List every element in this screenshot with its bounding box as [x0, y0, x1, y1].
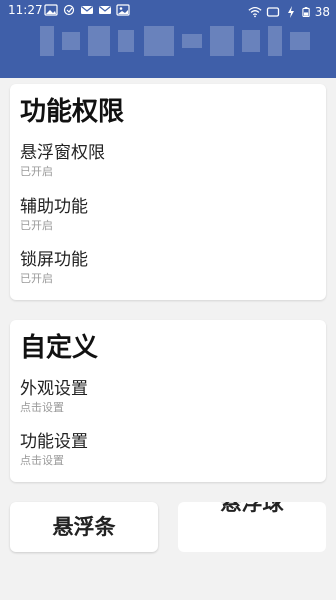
permissions-title: 功能权限: [20, 97, 125, 127]
battery-level: 38: [314, 5, 330, 19]
floating-ball-label: 悬浮球: [220, 502, 284, 515]
item-label: 辅助功能: [20, 197, 88, 217]
charging-icon: [287, 6, 294, 18]
item-sub: 点击设置: [20, 401, 64, 414]
floating-bar-button[interactable]: 悬浮条: [10, 502, 158, 552]
item-sub: 点击设置: [20, 454, 64, 467]
app-header: 11:27 38: [0, 0, 336, 78]
lockscreen-permission[interactable]: 锁屏功能 已开启: [20, 249, 316, 297]
item-status: 已开启: [20, 219, 53, 232]
status-bar: 11:27 38: [0, 0, 336, 20]
item-label: 锁屏功能: [20, 250, 88, 270]
wifi-icon: [248, 7, 262, 18]
screen-icon: [266, 7, 279, 17]
permissions-card: 功能权限 悬浮窗权限 已开启 辅助功能 已开启 锁屏功能 已开启: [10, 84, 326, 300]
function-settings[interactable]: 功能设置 点击设置: [20, 431, 316, 479]
sync-icon: [63, 4, 75, 16]
accessibility-permission[interactable]: 辅助功能 已开启: [20, 196, 316, 244]
appearance-settings[interactable]: 外观设置 点击设置: [20, 378, 316, 426]
notification-icons: [44, 4, 130, 16]
floating-window-permission[interactable]: 悬浮窗权限 已开启: [20, 142, 316, 190]
item-label: 外观设置: [20, 379, 88, 399]
gallery-icon: [116, 4, 130, 16]
battery-icon: [302, 7, 310, 18]
status-time: 11:27: [8, 3, 43, 17]
item-status: 已开启: [20, 165, 53, 178]
mail-icon-2: [99, 6, 111, 14]
mail-icon: [81, 6, 93, 14]
image-icon: [44, 4, 58, 16]
item-label: 功能设置: [20, 432, 88, 452]
system-icons: 38: [248, 2, 330, 22]
custom-title: 自定义: [20, 333, 99, 363]
blurred-header-content: [40, 26, 310, 56]
item-label: 悬浮窗权限: [20, 143, 105, 163]
custom-card: 自定义 外观设置 点击设置 功能设置 点击设置: [10, 320, 326, 482]
item-status: 已开启: [20, 272, 53, 285]
floating-ball-button[interactable]: 悬浮球: [178, 502, 326, 552]
